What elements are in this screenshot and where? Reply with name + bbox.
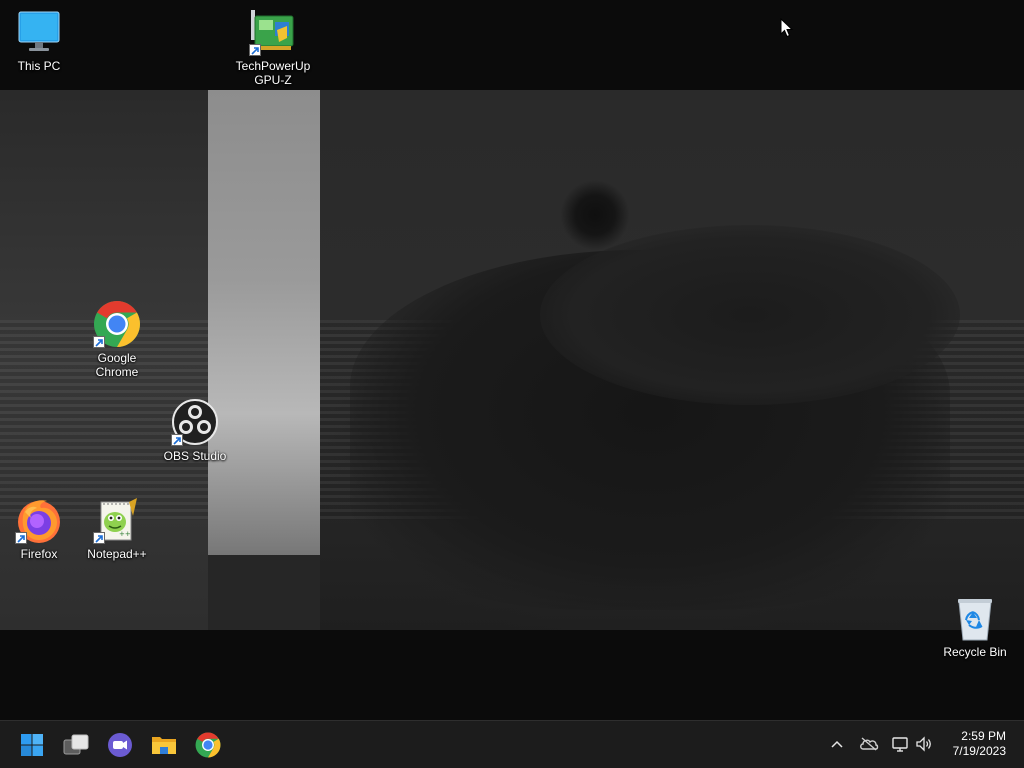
wallpaper-ceiling-fan xyxy=(560,180,630,250)
desktop-icon-this-pc[interactable]: This PC xyxy=(0,8,78,73)
obs-icon xyxy=(171,398,219,446)
this-pc-icon xyxy=(15,8,63,56)
shortcut-arrow-icon xyxy=(93,336,105,348)
shortcut-arrow-icon xyxy=(93,532,105,544)
wallpaper-bottom-band xyxy=(0,630,1024,720)
shortcut-arrow-icon xyxy=(249,44,261,56)
recycle-bin-icon xyxy=(951,594,999,642)
gpu-z-icon xyxy=(249,8,297,56)
clock-date: 7/19/2023 xyxy=(952,744,1006,758)
svg-text:++: ++ xyxy=(119,530,131,538)
desktop-icon-label: Firefox xyxy=(20,547,58,561)
chevron-up-icon xyxy=(831,740,843,748)
file-explorer-button[interactable] xyxy=(146,727,182,763)
shortcut-arrow-icon xyxy=(171,434,183,446)
desktop-icon-obs-studio[interactable]: OBS Studio xyxy=(156,398,234,463)
volume-icon xyxy=(916,736,931,752)
desktop-icon-gpu-z[interactable]: TechPowerUp GPU-Z xyxy=(234,8,312,87)
taskbar: 2:59 PM 7/19/2023 xyxy=(0,720,1024,768)
desktop-icon-label: Recycle Bin xyxy=(943,645,1007,659)
desktop-icon-firefox[interactable]: Firefox xyxy=(0,496,78,561)
shortcut-arrow-icon xyxy=(15,532,27,544)
notepad-plus-plus-icon: ++ xyxy=(93,496,141,544)
chat-button[interactable] xyxy=(102,727,138,763)
task-view-icon xyxy=(63,734,89,755)
volume-tray-button[interactable] xyxy=(913,733,935,755)
desktop-icon-label: OBS Studio xyxy=(163,449,227,463)
desktop-icon-label: Google Chrome xyxy=(95,351,139,379)
desktop-icon-label: TechPowerUp GPU-Z xyxy=(235,59,311,87)
wallpaper-window-strip xyxy=(208,90,320,630)
desktop-icon-label: Notepad++ xyxy=(87,547,147,561)
chrome-icon xyxy=(93,300,141,348)
desktop-icon-recycle-bin[interactable]: Recycle Bin xyxy=(936,594,1014,659)
taskbar-chrome-button[interactable] xyxy=(190,727,226,763)
desktop-icon-google-chrome[interactable]: Google Chrome xyxy=(78,300,156,379)
show-hidden-icons-button[interactable] xyxy=(826,733,848,755)
desktop-icon-label: This PC xyxy=(17,59,61,73)
onedrive-icon xyxy=(860,737,879,751)
clock-time: 2:59 PM xyxy=(961,729,1006,743)
mouse-cursor-icon xyxy=(780,17,794,38)
desktop[interactable]: This PC TechPowerUp GPU-Z Google Chrome … xyxy=(0,0,1024,720)
task-view-button[interactable] xyxy=(58,727,94,763)
taskbar-clock[interactable]: 2:59 PM 7/19/2023 xyxy=(936,729,1006,759)
onedrive-tray-button[interactable] xyxy=(858,733,880,755)
desktop-icon-notepad-plus-plus[interactable]: ++ Notepad++ xyxy=(78,496,156,561)
network-tray-button[interactable] xyxy=(890,733,912,755)
teams-chat-icon xyxy=(108,733,132,757)
wallpaper-strip-lower xyxy=(208,555,320,630)
start-button[interactable] xyxy=(14,727,50,763)
file-explorer-icon xyxy=(152,737,176,754)
windows-start-icon xyxy=(21,734,43,756)
wallpaper-figure-head xyxy=(540,225,960,405)
chrome-icon xyxy=(195,732,221,758)
firefox-icon xyxy=(15,496,63,544)
network-icon xyxy=(892,737,908,752)
